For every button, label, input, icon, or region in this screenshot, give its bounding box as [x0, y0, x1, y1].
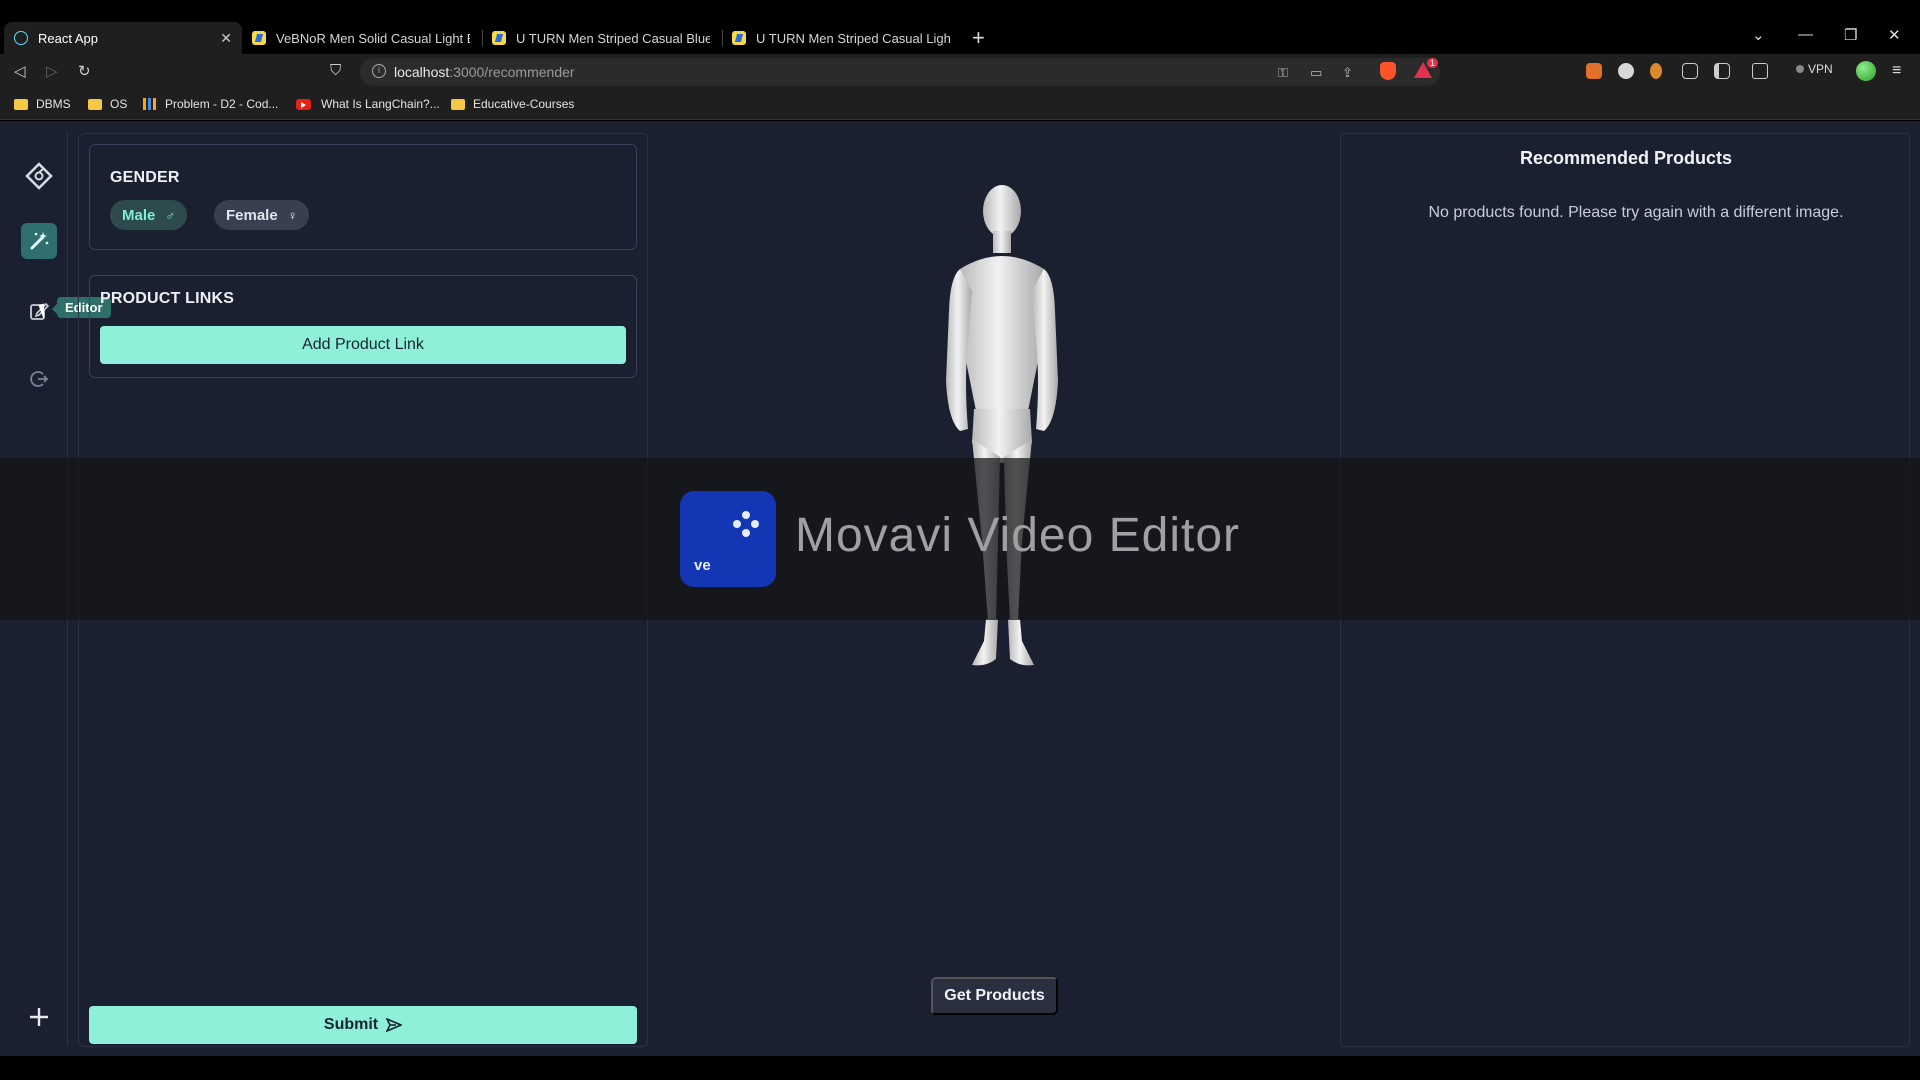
bookmark-educative[interactable]: Educative-Courses: [451, 97, 574, 111]
bottom-bar: [0, 1056, 1920, 1080]
url-bar[interactable]: i localhost:3000/recommender ⚿ ▭ ⇪: [360, 58, 1440, 86]
password-key-icon[interactable]: ⚿: [1278, 65, 1288, 81]
youtube-icon: [296, 98, 311, 110]
browser-tab[interactable]: U TURN Men Striped Casual Light Gre: [722, 22, 960, 54]
folder-icon: [451, 98, 465, 110]
close-window-icon[interactable]: ✕: [1888, 26, 1901, 44]
close-tab-icon[interactable]: ✕: [220, 30, 232, 47]
gender-male-chip[interactable]: Male ♂: [110, 200, 188, 230]
flipkart-icon: [252, 31, 266, 45]
tab-title: U TURN Men Striped Casual Blue Shirt: [516, 30, 710, 46]
back-icon[interactable]: ◁: [14, 62, 26, 80]
magic-wand-icon[interactable]: [21, 223, 57, 259]
sidebar-toggle-icon[interactable]: [1714, 63, 1730, 79]
tab-title: React App: [38, 30, 98, 46]
reload-icon[interactable]: ↻: [78, 62, 91, 80]
product-links-card: PRODUCT LINKS Add Product Link: [89, 275, 637, 378]
browser-tab-active[interactable]: React App ✕: [4, 22, 242, 54]
add-product-link-button[interactable]: Add Product Link: [100, 326, 626, 364]
folder-icon: [88, 98, 102, 110]
share-icon[interactable]: ⇪: [1342, 65, 1353, 81]
tab-title: VeBNoR Men Solid Casual Light Blue Sh: [276, 30, 470, 46]
bookmarks-bar: DBMS OS Problem - D2 - Cod... What Is La…: [0, 90, 1920, 120]
extension-icon[interactable]: [1618, 63, 1634, 79]
empty-message: No products found. Please try again with…: [1428, 204, 1844, 221]
forward-icon[interactable]: ▷: [46, 62, 58, 80]
minimize-icon[interactable]: —: [1798, 26, 1813, 43]
recommended-title: Recommended Products: [1519, 148, 1733, 168]
restore-icon[interactable]: ❐: [1844, 26, 1857, 44]
female-icon: ♀: [287, 207, 298, 223]
submit-label: Submit: [323, 1016, 379, 1033]
send-icon: [386, 1018, 403, 1032]
flipkart-icon: [492, 31, 506, 45]
tab-search-chevron-icon[interactable]: ⌄: [1752, 26, 1765, 44]
gender-title: GENDER: [110, 169, 180, 186]
url-text: localhost:3000/recommender: [394, 64, 575, 80]
get-products-button[interactable]: Get Products: [931, 977, 1058, 1015]
watermark-text: Movavi Video Editor: [795, 509, 1240, 562]
chip-label: Male: [122, 206, 156, 224]
address-toolbar: ◁ ▷ ↻ ⛉ i localhost:3000/recommender ⚿ ▭…: [0, 54, 1920, 90]
logo-diamond-icon[interactable]: [21, 158, 57, 194]
vpn-button[interactable]: VPN: [1796, 62, 1833, 76]
logo-text: ve: [694, 557, 711, 574]
brave-rewards-icon[interactable]: 1: [1414, 58, 1438, 78]
menu-icon[interactable]: ≡: [1892, 62, 1901, 80]
metamask-extension-icon[interactable]: [1586, 63, 1602, 79]
submit-button[interactable]: Submit: [89, 1006, 637, 1044]
folder-icon: [14, 98, 28, 110]
bookmark-langchain[interactable]: What Is LangChain?...: [296, 97, 440, 111]
gender-card: GENDER Male ♂ Female ♀: [89, 144, 637, 250]
male-icon: ♂: [165, 207, 176, 223]
profile-avatar[interactable]: [1856, 61, 1876, 81]
flipkart-icon: [732, 31, 746, 45]
extensions-puzzle-icon[interactable]: [1682, 63, 1698, 79]
codeforces-icon: [143, 98, 156, 110]
site-info-icon[interactable]: i: [372, 64, 386, 78]
plus-icon[interactable]: [21, 999, 57, 1035]
brave-shields-icon[interactable]: [1380, 62, 1396, 80]
video-editor-watermark: ve Movavi Video Editor: [0, 458, 1920, 620]
cast-icon[interactable]: ▭: [1310, 65, 1322, 81]
product-links-title: PRODUCT LINKS: [100, 290, 235, 307]
gender-female-chip[interactable]: Female ♀: [214, 200, 310, 230]
bookmark-icon[interactable]: ⛉: [330, 62, 341, 79]
rewards-badge: 1: [1426, 58, 1438, 68]
bookmark-dbms[interactable]: DBMS: [14, 97, 71, 111]
react-icon: [14, 31, 28, 45]
movavi-logo-icon: ve: [680, 491, 776, 587]
browser-tab[interactable]: VeBNoR Men Solid Casual Light Blue Sh: [242, 22, 480, 54]
wallet-icon[interactable]: [1752, 63, 1768, 79]
bookmark-os[interactable]: OS: [88, 97, 127, 111]
chip-label: Female: [226, 206, 278, 224]
browser-tab-strip: React App ✕ VeBNoR Men Solid Casual Ligh…: [0, 0, 1920, 54]
logout-icon[interactable]: [21, 361, 57, 397]
new-tab-icon[interactable]: +: [972, 26, 985, 50]
bookmark-problem[interactable]: Problem - D2 - Cod...: [143, 97, 278, 111]
tab-title: U TURN Men Striped Casual Light Gre: [756, 30, 950, 46]
extension-icon[interactable]: [1650, 63, 1662, 79]
browser-tab[interactable]: U TURN Men Striped Casual Blue Shirt: [482, 22, 720, 54]
